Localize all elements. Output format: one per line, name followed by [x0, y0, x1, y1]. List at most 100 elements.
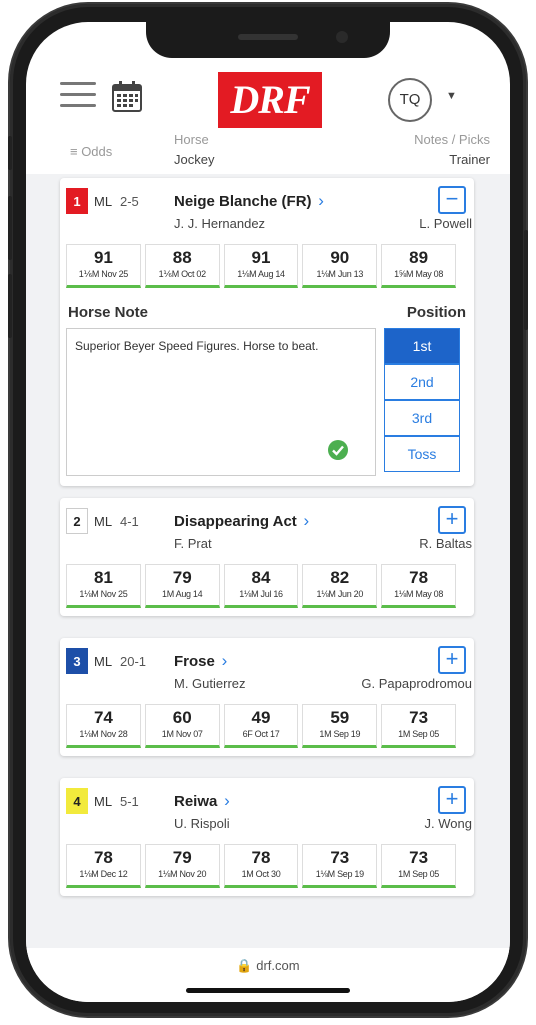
trainer-name: R. Baltas: [419, 536, 472, 551]
speed-figure[interactable]: 82 1⅛M Jun 20: [302, 564, 378, 608]
speed-figure[interactable]: 81 1⅛M Nov 25: [66, 564, 141, 608]
notch: [146, 22, 390, 58]
morning-line-odds: 2-5: [120, 194, 139, 209]
app-header: DRF TQ ▼: [26, 58, 510, 130]
jockey-name: M. Gutierrez: [174, 676, 246, 691]
speed-figure[interactable]: 74 1⅛M Nov 28: [66, 704, 141, 748]
figure-value: 88: [172, 248, 192, 267]
entries-list[interactable]: 1 ML 2-5 Neige Blanche (FR) › J. J. Hern…: [26, 174, 510, 948]
figure-value: 74: [93, 708, 113, 727]
trainer-name: G. Papaprodromou: [361, 676, 472, 691]
ml-label: ML: [94, 794, 113, 809]
post-position-badge: 4: [66, 788, 88, 814]
figure-race: 1⅛M Nov 20: [158, 869, 207, 879]
speed-figure[interactable]: 73 1⅛M Sep 19: [302, 844, 378, 888]
chevron-right-icon: ›: [219, 791, 230, 810]
speed-figure[interactable]: 88 1⅙M Oct 02: [144, 244, 220, 288]
speed-figure[interactable]: 84 1⅛M Jul 16: [223, 564, 299, 608]
figure-value: 59: [330, 708, 350, 727]
speed-figure[interactable]: 49 6F Oct 17: [223, 704, 299, 748]
figure-race: 1M Nov 07: [161, 729, 203, 739]
figure-race: 1M Sep 05: [398, 869, 439, 879]
mute-switch: [8, 136, 12, 170]
speed-figure[interactable]: 78 1⅛M May 08: [381, 564, 456, 608]
speed-figure[interactable]: 73 1M Sep 05: [381, 704, 456, 748]
chevron-right-icon: ›: [313, 191, 324, 210]
column-headers: ≡ Odds Horse Jockey Notes / Picks Traine…: [26, 130, 510, 174]
horse-name-link[interactable]: Frose ›: [174, 651, 227, 671]
entry-card: 2 ML 4-1 Disappearing Act › F. Prat R. B…: [60, 498, 474, 616]
figure-race: 1⅛M Dec 12: [79, 869, 128, 879]
browser-url-bar[interactable]: 🔒 drf.com: [26, 948, 510, 1002]
horse-header: Horse: [174, 132, 209, 147]
figure-race: 1M Sep 05: [398, 729, 439, 739]
speed-figure[interactable]: 91 1⅛M Aug 14: [223, 244, 299, 288]
power-button: [524, 230, 528, 330]
figure-value: 73: [409, 708, 429, 727]
speed-figure[interactable]: 91 1⅙M Nov 25: [66, 244, 141, 288]
horse-name: Reiwa: [174, 793, 218, 810]
figure-value: 60: [172, 708, 192, 727]
post-position-badge: 1: [66, 188, 88, 214]
odds-sort-header[interactable]: ≡ Odds: [70, 144, 112, 159]
figure-race: 1⅛M Jul 16: [239, 589, 283, 599]
speed-figure[interactable]: 89 1⅝M May 08: [381, 244, 456, 288]
url-text: 🔒 drf.com: [236, 958, 300, 973]
entry-card: 4 ML 5-1 Reiwa › U. Rispoli J. Wong + 78…: [60, 778, 474, 896]
speed-figure[interactable]: 78 1⅛M Dec 12: [66, 844, 141, 888]
speed-figures: 74 1⅛M Nov 28 60 1M Nov 07 49 6F Oct 17 59 1…: [66, 704, 456, 748]
figure-race: 1M Oct 30: [241, 869, 281, 879]
figure-value: 91: [251, 248, 271, 267]
check-icon: [328, 440, 348, 460]
volume-down-button: [8, 274, 12, 338]
figure-race: 1⅙M Oct 02: [158, 269, 207, 279]
volume-up-button: [8, 196, 12, 260]
add-note-button[interactable]: +: [438, 646, 466, 674]
speed-figure[interactable]: 73 1M Sep 05: [381, 844, 456, 888]
speed-figure[interactable]: 79 1M Aug 14: [144, 564, 220, 608]
figure-value: 79: [172, 848, 192, 867]
jockey-header: Jockey: [174, 152, 215, 167]
trainer-name: J. Wong: [424, 816, 472, 831]
speed-figure[interactable]: 90 1⅛M Jun 13: [302, 244, 378, 288]
screen: DRF TQ ▼ ≡ Odds Horse Jockey Notes / Pic…: [26, 22, 510, 1002]
figure-race: 1⅛M Aug 14: [237, 269, 285, 279]
ml-label: ML: [94, 194, 113, 209]
position-1st-button[interactable]: 1st: [384, 328, 460, 364]
home-indicator[interactable]: [186, 988, 350, 993]
figure-race: 1⅝M May 08: [394, 269, 444, 279]
add-note-button[interactable]: +: [438, 786, 466, 814]
speaker: [238, 34, 298, 40]
collapse-note-button[interactable]: −: [438, 186, 466, 214]
chevron-down-icon[interactable]: ▼: [446, 90, 457, 102]
position-toss-button[interactable]: Toss: [384, 436, 460, 472]
camera: [336, 31, 348, 43]
horse-name-link[interactable]: Disappearing Act ›: [174, 511, 309, 531]
calendar-icon[interactable]: [112, 80, 142, 112]
figure-race: 1M Sep 19: [319, 729, 361, 739]
add-note-button[interactable]: +: [438, 506, 466, 534]
post-position-badge: 2: [66, 508, 88, 534]
hamburger-menu-icon[interactable]: [60, 82, 96, 110]
figure-value: 90: [330, 248, 350, 267]
figure-race: 1⅛M Sep 19: [315, 869, 364, 879]
figure-value: 78: [251, 848, 271, 867]
jockey-name: J. J. Hernandez: [174, 216, 266, 231]
horse-name-link[interactable]: Reiwa ›: [174, 791, 230, 811]
speed-figure[interactable]: 60 1M Nov 07: [144, 704, 220, 748]
morning-line-odds: 4-1: [120, 514, 139, 529]
entry-card: 3 ML 20-1 Frose › M. Gutierrez G. Papapr…: [60, 638, 474, 756]
position-3rd-button[interactable]: 3rd: [384, 400, 460, 436]
jockey-name: U. Rispoli: [174, 816, 230, 831]
speed-figures: 81 1⅛M Nov 25 79 1M Aug 14 84 1⅛M Jul 16 82…: [66, 564, 456, 608]
chevron-right-icon: ›: [298, 511, 310, 530]
speed-figure[interactable]: 79 1⅛M Nov 20: [144, 844, 220, 888]
figure-race: 1⅛M Jun 13: [316, 269, 364, 279]
horse-name-link[interactable]: Neige Blanche (FR) ›: [174, 191, 324, 211]
position-2nd-button[interactable]: 2nd: [384, 364, 460, 400]
figure-race: 6F Oct 17: [242, 729, 280, 739]
drf-logo[interactable]: DRF: [218, 72, 322, 128]
speed-figure[interactable]: 78 1M Oct 30: [223, 844, 299, 888]
user-avatar[interactable]: TQ: [388, 78, 432, 122]
speed-figure[interactable]: 59 1M Sep 19: [302, 704, 378, 748]
